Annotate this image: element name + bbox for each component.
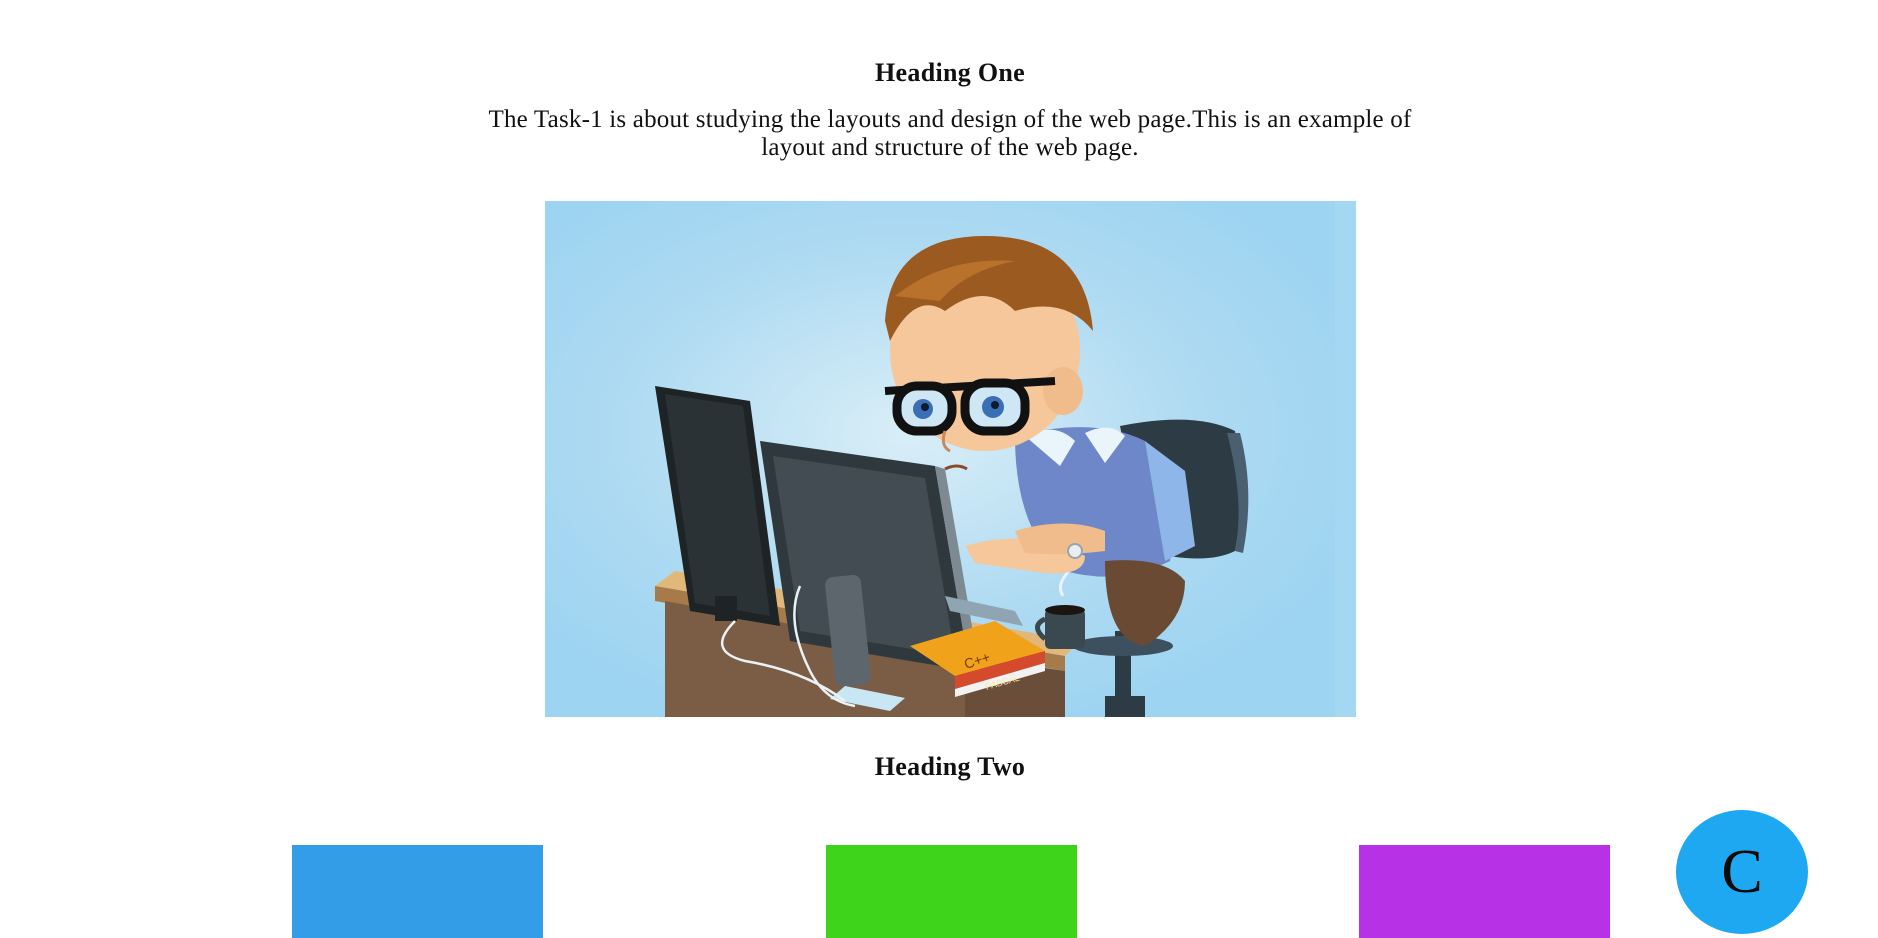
programmer-illustration: C++ PASCAL bbox=[545, 201, 1356, 717]
hero-image: C++ PASCAL bbox=[545, 201, 1356, 717]
fab-label: C bbox=[1721, 837, 1763, 906]
heading-one: Heading One bbox=[875, 58, 1025, 87]
heading-two: Heading Two bbox=[874, 752, 1026, 781]
page: Heading One The Task-1 is about studying… bbox=[0, 0, 1878, 938]
intro-paragraph: The Task-1 is about studying the layouts… bbox=[488, 106, 1412, 161]
blue-box bbox=[292, 845, 543, 938]
purple-box bbox=[1359, 845, 1610, 938]
floating-action-button[interactable]: C bbox=[1676, 810, 1808, 934]
green-box bbox=[826, 845, 1077, 938]
